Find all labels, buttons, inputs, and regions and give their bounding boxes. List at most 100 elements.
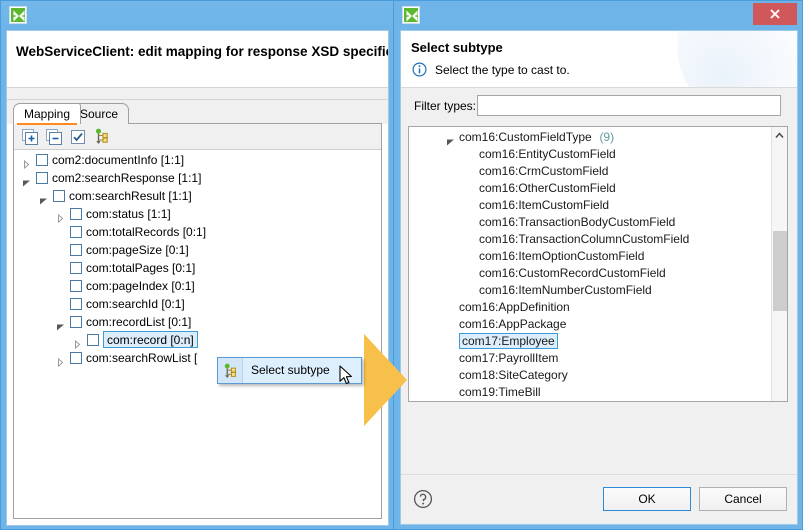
screen: WebServiceClient: edit mapping for respo…	[0, 0, 803, 530]
left-window: WebServiceClient: edit mapping for respo…	[0, 0, 394, 530]
collapse-all-icon[interactable]	[45, 128, 63, 146]
tree-row[interactable]: com:status [1:1]	[14, 205, 381, 223]
tree-row-label: com:searchResult [1:1]	[69, 187, 192, 205]
twisty-collapsed-icon[interactable]	[73, 336, 82, 345]
dialog-button-bar: OK Cancel	[401, 474, 797, 524]
tree-row-label: com:pageIndex [0:1]	[86, 277, 195, 295]
list-item-label: com16:ItemCustomField	[479, 197, 609, 214]
dialog-client: Select subtype Select the type to cast t…	[400, 30, 798, 525]
list-item[interactable]: com16:EntityCustomField	[409, 146, 770, 163]
tree-row-label: com:record [0:n]	[103, 331, 198, 348]
list-item[interactable]: com17:Employee	[409, 333, 770, 350]
list-item-label: com16:ItemNumberCustomField	[479, 282, 652, 299]
select-subtype-icon	[222, 363, 239, 383]
list-item-label: com18:SiteCategory	[459, 367, 568, 384]
cancel-button[interactable]: Cancel	[699, 487, 787, 511]
tab-bar: Mapping Source	[7, 100, 388, 124]
tree-row[interactable]: com:pageIndex [0:1]	[14, 277, 381, 295]
tree-row-checkbox[interactable]	[53, 190, 65, 202]
ok-button[interactable]: OK	[603, 487, 691, 511]
list-item[interactable]: com17:PayrollItem	[409, 350, 770, 367]
filter-label: Filter types:	[414, 99, 476, 113]
list-item[interactable]: com16:TransactionBodyCustomField	[409, 214, 770, 231]
list-item-label: com16:CustomRecordCustomField	[479, 265, 666, 282]
list-item-label: com16:CrmCustomField	[479, 163, 608, 180]
tree-row-checkbox[interactable]	[70, 208, 82, 220]
twisty-collapsed-icon[interactable]	[56, 210, 65, 219]
tree-row-checkbox[interactable]	[70, 262, 82, 274]
cancel-button-label: Cancel	[724, 492, 761, 506]
tree-row[interactable]: com:recordList [0:1]	[14, 313, 381, 331]
dialog-titlebar[interactable]	[394, 1, 802, 29]
header-sheen	[677, 31, 797, 88]
tree-row-checkbox[interactable]	[70, 226, 82, 238]
list-item[interactable]: com19:ExpenseReport	[409, 401, 770, 402]
tree-row[interactable]: com:totalRecords [0:1]	[14, 223, 381, 241]
tree-row[interactable]: com2:searchResponse [1:1]	[14, 169, 381, 187]
tree-row[interactable]: com:searchId [0:1]	[14, 295, 381, 313]
tree-row-checkbox[interactable]	[70, 298, 82, 310]
listbox-scrollbar[interactable]	[771, 127, 787, 401]
menu-item-select-subtype[interactable]: Select subtype	[251, 363, 330, 377]
twisty-collapsed-icon[interactable]	[56, 354, 65, 363]
close-icon	[769, 8, 781, 20]
talend-app-icon	[9, 6, 27, 24]
tree-row-checkbox[interactable]	[70, 280, 82, 292]
list-item[interactable]: com16:AppPackage	[409, 316, 770, 333]
list-item[interactable]: com16:CustomFieldType(9)	[409, 129, 770, 146]
tree-toolbar	[14, 124, 381, 150]
left-window-titlebar[interactable]	[1, 1, 393, 29]
select-subtype-dialog: Select subtype Select the type to cast t…	[393, 0, 803, 530]
expand-all-icon[interactable]	[21, 128, 39, 146]
tree-row[interactable]: com2:documentInfo [1:1]	[14, 151, 381, 169]
list-item-label: com16:OtherCustomField	[479, 180, 616, 197]
list-item[interactable]: com16:ItemCustomField	[409, 197, 770, 214]
tree-row[interactable]: com:totalPages [0:1]	[14, 259, 381, 277]
chevron-up-icon	[775, 132, 784, 139]
tree-row[interactable]: com:pageSize [0:1]	[14, 241, 381, 259]
list-item[interactable]: com16:CrmCustomField	[409, 163, 770, 180]
tab-mapping[interactable]: Mapping	[13, 103, 81, 124]
subtype-listbox[interactable]: com16:CustomFieldType(9)com16:EntityCust…	[408, 126, 788, 402]
scrollbar-thumb[interactable]	[773, 231, 787, 311]
tree-row-checkbox[interactable]	[36, 172, 48, 184]
list-item[interactable]: com16:ItemOptionCustomField	[409, 248, 770, 265]
twisty-expanded-icon[interactable]	[56, 318, 65, 327]
twisty-expanded-icon[interactable]	[39, 192, 48, 201]
help-icon[interactable]	[413, 489, 433, 509]
tree-row-checkbox[interactable]	[70, 244, 82, 256]
filter-input[interactable]	[477, 95, 781, 116]
mapping-tree[interactable]: com2:documentInfo [1:1]com2:searchRespon…	[14, 151, 381, 518]
tree-row-label: com2:searchResponse [1:1]	[52, 169, 201, 187]
list-item[interactable]: com19:TimeBill	[409, 384, 770, 401]
info-icon	[412, 62, 427, 80]
left-window-client: WebServiceClient: edit mapping for respo…	[6, 30, 389, 526]
tree-row[interactable]: com:record [0:n]	[14, 331, 381, 349]
close-button[interactable]	[753, 3, 797, 25]
list-item[interactable]: com16:ItemNumberCustomField	[409, 282, 770, 299]
select-all-icon[interactable]	[69, 128, 87, 146]
list-item-label: com17:PayrollItem	[459, 350, 558, 367]
list-item[interactable]: com16:AppDefinition	[409, 299, 770, 316]
tree-row-label: com:pageSize [0:1]	[86, 241, 189, 259]
list-item-label: com16:AppPackage	[459, 316, 566, 333]
list-item[interactable]: com16:CustomRecordCustomField	[409, 265, 770, 282]
scroll-up-button[interactable]	[772, 127, 787, 143]
dialog-subtitle: Select the type to cast to.	[435, 63, 570, 77]
tree-row-checkbox[interactable]	[87, 334, 99, 346]
tree-row-checkbox[interactable]	[70, 352, 82, 364]
tree-row-checkbox[interactable]	[70, 316, 82, 328]
twisty-expanded-icon[interactable]	[22, 174, 31, 183]
list-item-label: com17:Employee	[459, 333, 558, 349]
list-item[interactable]: com18:SiteCategory	[409, 367, 770, 384]
select-subtype-icon[interactable]	[93, 128, 111, 146]
list-item[interactable]: com16:OtherCustomField	[409, 180, 770, 197]
list-item-count: (9)	[599, 129, 614, 146]
mouse-pointer-icon	[339, 365, 355, 390]
tree-row[interactable]: com:searchResult [1:1]	[14, 187, 381, 205]
twisty-collapsed-icon[interactable]	[22, 156, 31, 165]
tree-row-checkbox[interactable]	[36, 154, 48, 166]
tree-row-label: com2:documentInfo [1:1]	[52, 151, 184, 169]
list-item[interactable]: com16:TransactionColumnCustomField	[409, 231, 770, 248]
talend-app-icon	[402, 6, 420, 24]
